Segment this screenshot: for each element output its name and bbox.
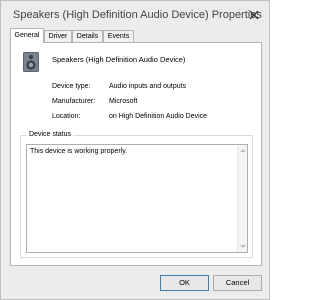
device-status-legend: Device status xyxy=(27,131,74,138)
device-status-group: Device status This device is working pro… xyxy=(20,131,253,258)
manufacturer-value: Microsoft xyxy=(109,98,138,105)
device-name: Speakers (High Definition Audio Device) xyxy=(52,55,186,64)
general-tab-panel: Speakers (High Definition Audio Device) … xyxy=(10,42,262,266)
scroll-up-icon[interactable] xyxy=(240,149,246,152)
close-button[interactable] xyxy=(247,8,261,22)
ok-button[interactable]: OK xyxy=(160,275,209,291)
title-bar[interactable]: Speakers (High Definition Audio Device) … xyxy=(1,1,269,29)
tab-general[interactable]: General xyxy=(10,28,44,43)
properties-dialog: Speakers (High Definition Audio Device) … xyxy=(0,0,270,300)
scroll-down-icon[interactable] xyxy=(240,245,246,248)
close-icon xyxy=(249,10,259,20)
tab-details[interactable]: Details xyxy=(72,30,103,42)
manufacturer-label: Manufacturer: xyxy=(52,98,96,105)
status-scrollbar[interactable] xyxy=(237,145,247,252)
device-status-textbox[interactable]: This device is working properly. xyxy=(26,144,248,253)
cancel-button[interactable]: Cancel xyxy=(213,275,262,291)
device-status-text: This device is working properly. xyxy=(30,148,128,155)
device-type-label: Device type: xyxy=(52,83,91,90)
window-title: Speakers (High Definition Audio Device) … xyxy=(13,9,262,21)
location-value: on High Definition Audio Device xyxy=(109,113,208,120)
device-type-value: Audio inputs and outputs xyxy=(109,83,187,90)
speaker-icon xyxy=(21,51,41,73)
tab-driver[interactable]: Driver xyxy=(44,30,72,42)
tab-events[interactable]: Events xyxy=(103,30,134,42)
location-label: Location: xyxy=(52,113,81,120)
